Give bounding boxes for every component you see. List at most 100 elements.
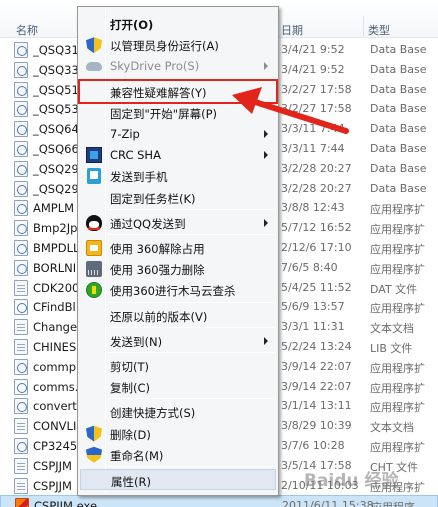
file-name: AMPLM <box>33 201 75 216</box>
menu-item-open[interactable]: 打开(O) <box>80 13 276 34</box>
submenu-arrow-icon <box>264 130 268 138</box>
file-type: 应用程序扩 <box>370 203 425 217</box>
phone-icon <box>87 168 101 185</box>
menu-item-360-scan[interactable]: 使用360进行木马云查杀 <box>80 279 276 300</box>
file-date: 3/3/11 7:44 <box>281 122 345 136</box>
file-name: CONVLI <box>33 419 77 434</box>
menu-item-create-shortcut[interactable]: 创建快捷方式(S) <box>80 401 276 422</box>
menu-item-pin-to-start[interactable]: 固定到"开始"屏幕(P) <box>80 102 276 123</box>
file-exe-icon <box>14 121 28 138</box>
file-date: 3/2/28 20:27 <box>281 161 352 175</box>
menu-item-skydrive[interactable]: SkyDrive Pro(S) <box>80 55 276 76</box>
menu-item-delete[interactable]: 删除(D) <box>80 423 276 444</box>
menu-item-label: 发送到手机 <box>110 170 168 185</box>
file-name: CSPJJM <box>33 458 72 473</box>
file-name: _QSQ64 <box>33 122 79 137</box>
menu-item-label: 7-Zip <box>110 127 140 141</box>
menu-separator <box>108 301 274 303</box>
file-exe-icon <box>14 81 28 98</box>
column-header-date[interactable]: 日期 <box>281 22 303 38</box>
qq-icon <box>86 214 102 231</box>
menu-item-label: 固定到"开始"屏幕(P) <box>110 106 217 121</box>
file-type: 应用程序扩 <box>370 401 425 415</box>
file-exe-icon <box>14 101 28 118</box>
submenu-arrow-icon <box>264 62 268 71</box>
file-exe-icon <box>14 160 28 177</box>
file-doc-icon <box>14 418 28 435</box>
file-date: 3/2/28 20:27 <box>281 181 352 195</box>
menu-separator <box>108 352 274 353</box>
file-doc-icon <box>14 339 28 355</box>
menu-item-properties[interactable]: 属性(R) <box>80 469 276 490</box>
menu-item-label: 创建快捷方式(S) <box>110 406 196 421</box>
file-type: 应用程序扩 <box>370 381 425 395</box>
file-type: DAT 文件 <box>370 282 418 296</box>
file-app-icon <box>15 498 29 507</box>
submenu-arrow-icon <box>264 151 268 160</box>
file-type: Data Base <box>370 161 427 175</box>
file-name: comms. <box>33 379 79 394</box>
menu-item-pin-to-taskbar[interactable]: 固定到任务栏(K) <box>80 187 276 208</box>
menu-item-send-via-qq[interactable]: 通过QQ发送到 <box>80 212 276 233</box>
menu-item-restore-previous[interactable]: 还原以前的版本(V) <box>80 305 276 326</box>
file-type: Data Base <box>370 181 427 195</box>
file-date: 3/4/21 9:52 <box>281 62 345 76</box>
menu-item-run-as-admin[interactable]: 以管理员身份运行(A) <box>80 34 276 55</box>
file-date: 3/9/14 22:07 <box>281 379 352 393</box>
file-type: 文本文档 <box>370 421 414 435</box>
column-header-name[interactable]: 名称 <box>16 22 38 38</box>
file-date: 3/3/1 11:31 <box>281 320 345 334</box>
context-menu: 打开(O) 以管理员身份运行(A) SkyDrive Pro(S) 兼容性疑难解答(Y… <box>77 6 279 496</box>
file-exe-icon <box>14 220 28 237</box>
file-doc-icon <box>14 319 28 336</box>
menu-separator <box>108 208 274 210</box>
menu-item-send-to[interactable]: 发送到(N) <box>80 330 276 351</box>
file-type: 应用程序扩 <box>370 361 425 375</box>
menu-item-troubleshoot-compat[interactable]: 兼容性疑难解答(Y) <box>78 78 278 104</box>
file-name: _QSQ33 <box>33 62 79 77</box>
menu-item-360-shred[interactable]: 使用 360强力删除 <box>80 258 276 279</box>
file-name: _QSQ66 <box>33 142 79 156</box>
menu-item-label: SkyDrive Pro(S) <box>110 59 200 74</box>
file-exe-icon <box>14 299 28 316</box>
file-doc-icon <box>14 477 28 494</box>
menu-item-crc-sha[interactable]: CRC SHA <box>80 144 276 165</box>
menu-item-label: 兼容性疑难解答(Y) <box>110 85 207 100</box>
file-name: _QSQ53 <box>33 102 79 117</box>
menu-item-label: 打开(O) <box>110 18 154 32</box>
file-date: 5/6/9 13:57 <box>281 300 345 314</box>
file-date: 3/2/27 17:58 <box>281 82 352 96</box>
submenu-arrow-icon <box>264 218 268 227</box>
shield-icon <box>86 37 102 54</box>
file-exe-icon <box>14 240 28 256</box>
menu-item-send-to-phone[interactable]: 发送到手机 <box>80 165 276 186</box>
scan-icon <box>86 282 102 299</box>
file-type: 应用程序扩 <box>370 223 425 237</box>
menu-item-cut[interactable]: 剪切(T) <box>80 355 276 376</box>
file-name: Bmp2Jp <box>33 221 78 236</box>
file-name: CSPJJM.exe <box>34 499 98 507</box>
file-name: _QSQ29 <box>33 161 79 176</box>
menu-item-label: 属性(R) <box>111 475 151 489</box>
file-type: Data Base <box>370 43 427 56</box>
file-date: 3/2/27 17:58 <box>281 102 352 116</box>
file-date: 5/7/12 16:52 <box>281 221 352 235</box>
menu-item-rename[interactable]: 重命名(M) <box>80 444 276 465</box>
file-exe-icon <box>14 42 28 58</box>
column-header-type[interactable]: 类型 <box>368 22 390 38</box>
file-date: 3/1/14 13:11 <box>281 399 352 413</box>
submenu-arrow-icon <box>264 336 268 345</box>
file-exe-icon <box>14 259 28 276</box>
watermark: Baidu 经验 <box>304 471 399 491</box>
file-exe-icon <box>14 378 28 395</box>
menu-separator <box>108 398 274 400</box>
crc-icon <box>86 147 102 164</box>
menu-item-copy[interactable]: 复制(C) <box>80 376 276 397</box>
file-type: 应用程序扩 <box>370 262 425 276</box>
file-date: 3/9/14 22:07 <box>281 359 352 373</box>
menu-item-7zip[interactable]: 7-Zip <box>80 123 276 144</box>
menu-item-label: 使用360进行木马云查杀 <box>110 284 236 299</box>
column-divider[interactable] <box>363 16 364 36</box>
menu-item-label: 重命名(M) <box>110 448 164 463</box>
menu-item-360-unlock[interactable]: 使用 360解除占用 <box>80 237 276 258</box>
